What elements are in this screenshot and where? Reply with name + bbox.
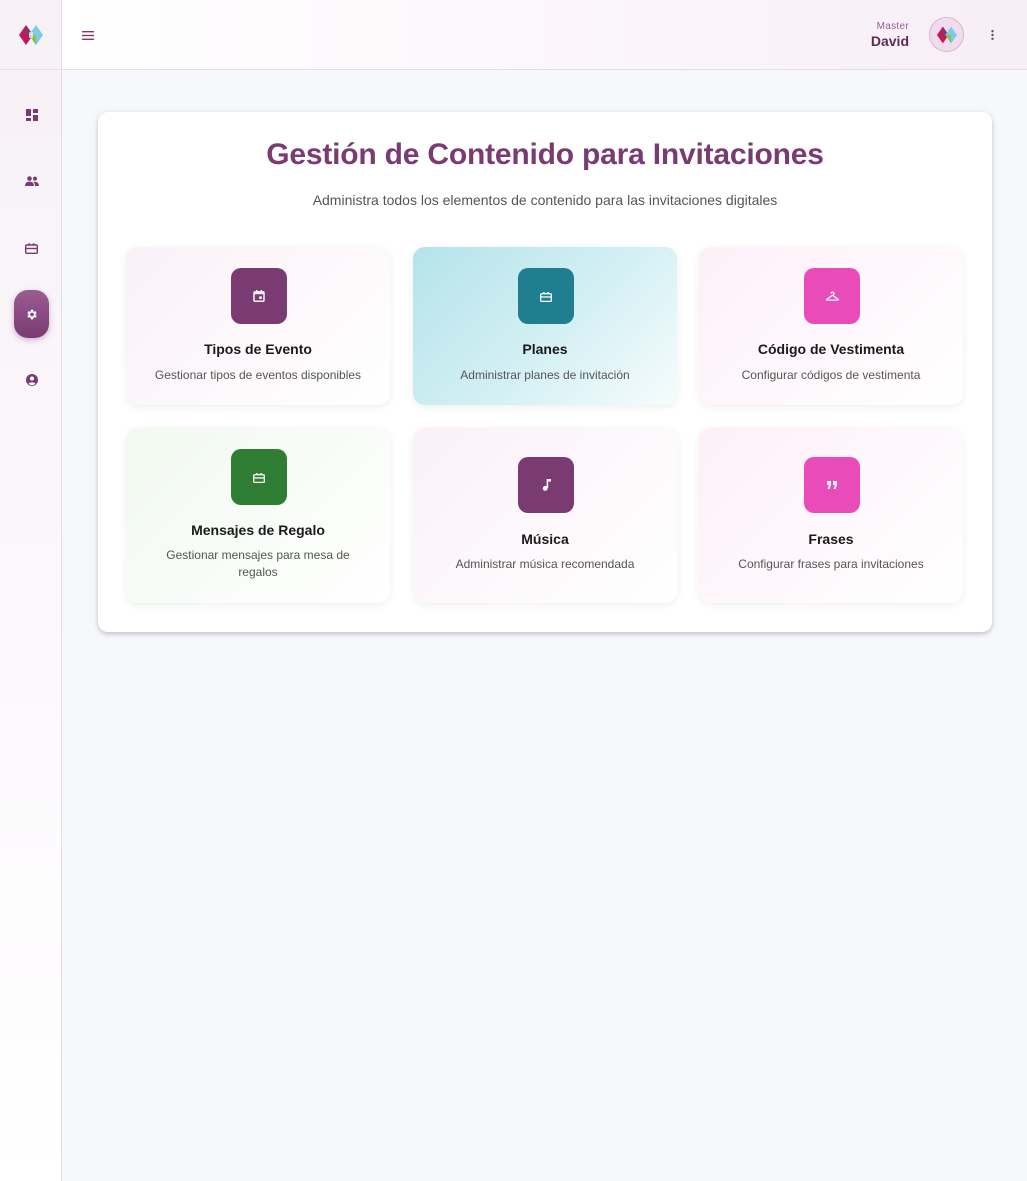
card-title: Mensajes de Regalo (191, 522, 325, 538)
user-info: Master David (871, 21, 909, 49)
content-management-panel: Gestión de Contenido para Invitaciones A… (98, 112, 992, 632)
gift-card-icon (25, 243, 38, 254)
quote-icon (827, 481, 837, 489)
dashboard-icon (25, 109, 38, 121)
avatar[interactable] (929, 17, 964, 52)
card-description: Administrar música recomendada (455, 557, 635, 571)
card-icon-box (804, 268, 860, 324)
card-musica[interactable]: Música Administrar música recomendada (413, 428, 677, 603)
sidebar-item-settings[interactable] (14, 290, 49, 338)
gift-icon (253, 472, 265, 483)
sidebar-item-gifts[interactable] (14, 224, 49, 272)
account-circle-icon (25, 374, 38, 386)
card-icon (540, 291, 552, 302)
app-logo[interactable] (0, 0, 62, 70)
card-description: Administrar planes de invitación (460, 368, 630, 382)
gear-icon (27, 309, 37, 319)
card-icon-box (231, 268, 287, 324)
hanger-icon (825, 291, 839, 301)
menu-toggle-button[interactable] (78, 24, 98, 46)
card-title: Código de Vestimenta (757, 341, 905, 357)
card-frases[interactable]: Frases Configurar frases para invitacion… (699, 428, 963, 603)
sidebar (0, 0, 62, 1181)
card-planes[interactable]: Planes Administrar planes de invitación (413, 247, 677, 405)
calendar-icon (253, 290, 265, 302)
card-description: Configurar códigos de vestimenta (741, 368, 921, 382)
card-icon-box (231, 449, 287, 505)
page-title: Gestión de Contenido para Invitaciones (266, 138, 824, 171)
top-bar: Master David (62, 0, 1027, 70)
card-icon-box (518, 457, 574, 513)
card-description: Gestionar tipos de eventos disponibles (154, 368, 362, 382)
page-subtitle: Administra todos los elementos de conten… (312, 192, 778, 208)
card-title: Música (521, 531, 569, 547)
user-name: David (870, 33, 909, 49)
logo-icon (19, 24, 43, 45)
people-icon (24, 176, 39, 186)
logo-icon (936, 26, 957, 43)
card-codigo-de-vestimenta[interactable]: Código de Vestimenta Configurar códigos … (699, 247, 963, 405)
hamburger-menu-icon (82, 30, 94, 40)
sidebar-item-profile[interactable] (14, 356, 49, 404)
card-title: Planes (522, 341, 568, 357)
user-role: Master (876, 21, 909, 32)
card-description: Configurar frases para invitaciones (738, 557, 924, 571)
sidebar-item-users[interactable] (14, 157, 49, 205)
sidebar-item-dashboard[interactable] (14, 91, 49, 139)
card-tipos-de-evento[interactable]: Tipos de Evento Gestionar tipos de event… (126, 247, 390, 405)
card-title: Frases (808, 531, 854, 547)
card-title: Tipos de Evento (204, 341, 312, 357)
card-icon-box (518, 268, 574, 324)
card-mensajes-de-regalo[interactable]: Mensajes de Regalo Gestionar mensajes pa… (126, 428, 390, 603)
card-description: Gestionar mensajes para mesa de regalos (166, 548, 350, 579)
more-vert-icon (990, 30, 994, 40)
music-note-icon (542, 479, 551, 491)
card-icon-box (804, 457, 860, 513)
more-options-button[interactable] (987, 26, 997, 44)
